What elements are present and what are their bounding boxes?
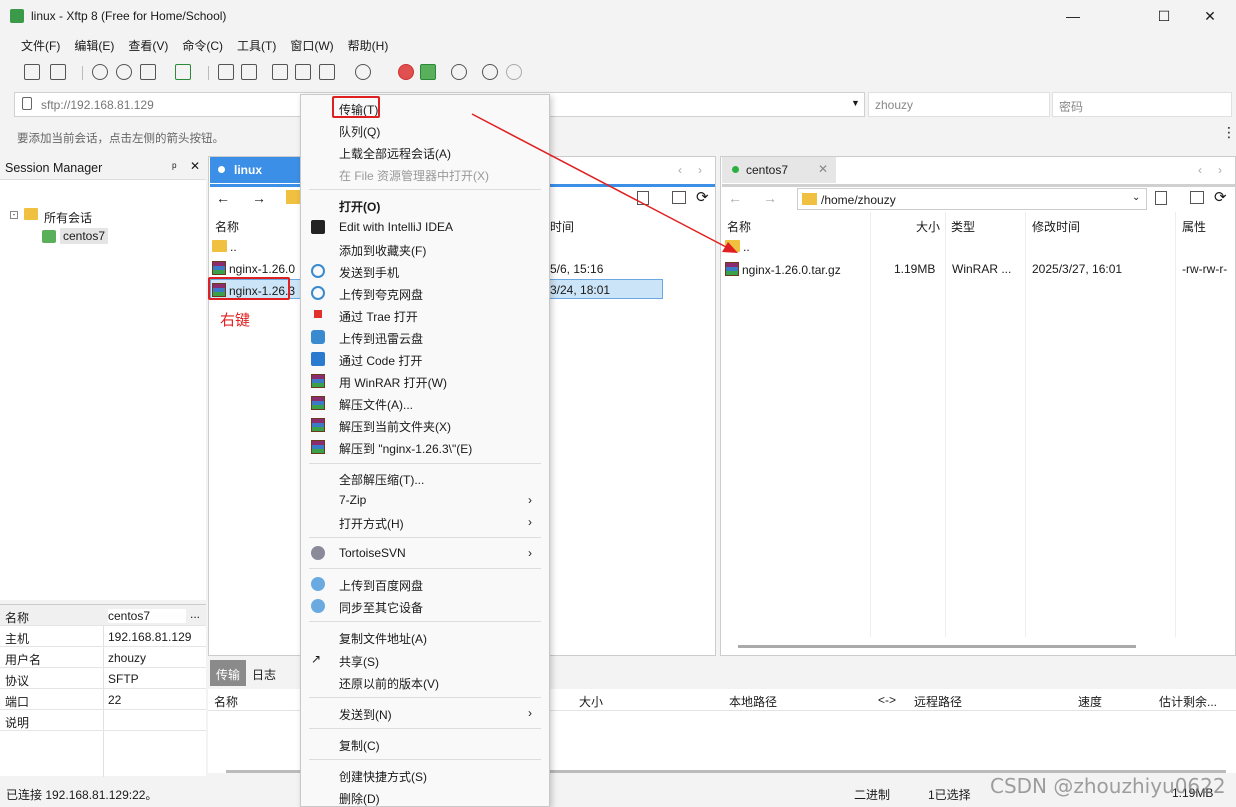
annotation-arrow [471,113,738,253]
arrow-head [722,242,738,253]
watermark: CSDN @zhouzhiyu0622 [990,774,1226,798]
arrow-line [471,113,729,249]
